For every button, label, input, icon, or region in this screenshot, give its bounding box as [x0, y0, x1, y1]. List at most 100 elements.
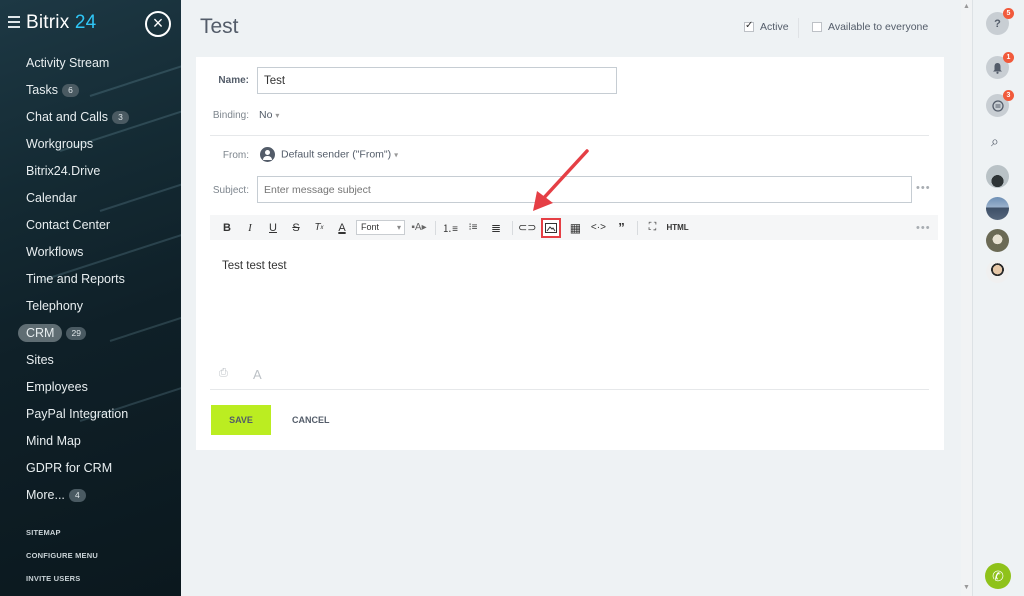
- scroll-up-icon[interactable]: ▲: [963, 3, 970, 10]
- active-checkbox-box[interactable]: [744, 20, 754, 32]
- sidebar-item-crm[interactable]: CRM 29: [0, 320, 181, 347]
- help-icon[interactable]: ? 5: [986, 8, 1014, 35]
- sidebar-item-activity-stream[interactable]: Activity Stream: [0, 50, 181, 77]
- attach-icon[interactable]: ⎙: [219, 367, 228, 380]
- menu-icon[interactable]: [8, 16, 20, 28]
- divider: [210, 389, 929, 390]
- logo-row: Bitrix 24 ×: [8, 11, 173, 38]
- sidebar-item-more[interactable]: More... 4: [0, 482, 181, 509]
- binding-value: No: [259, 109, 273, 121]
- unordered-list-icon[interactable]: ⁝≡: [464, 219, 482, 237]
- link-icon[interactable]: ⊂⊃: [518, 219, 536, 237]
- form-card: [196, 57, 944, 450]
- sidebar-item-sites[interactable]: Sites: [0, 347, 181, 374]
- avatar[interactable]: [986, 165, 1009, 188]
- editor-toolbar: B I U S Tx A Font ▪A▸ ⒈≡ ⁝≡ ≣ ⊂⊃ ▦ <·> ”…: [210, 215, 938, 240]
- chat-icon[interactable]: 3: [986, 90, 1014, 117]
- quote-icon[interactable]: ”: [612, 219, 630, 237]
- sidebar-item-label: Workgroups: [26, 137, 94, 151]
- from-value: Default sender ("From"): [281, 148, 392, 161]
- search-icon[interactable]: ⌕: [991, 133, 999, 150]
- editor-body[interactable]: Test test test: [222, 260, 287, 272]
- table-icon[interactable]: ▦: [566, 219, 584, 237]
- header-divider: [798, 18, 799, 38]
- sidebar-item-counter: 3: [112, 111, 129, 125]
- scroll-down-icon[interactable]: ▼: [963, 584, 970, 591]
- html-mode-button[interactable]: HTML: [666, 219, 688, 237]
- available-checkbox[interactable]: Available to everyone: [812, 21, 928, 33]
- sidebar-item-chat-and-calls[interactable]: Chat and Calls 3: [0, 104, 181, 131]
- chevron-down-icon: ▾: [394, 150, 399, 160]
- left-sidebar: Bitrix 24 × Activity Stream Tasks 6 Chat an…: [0, 0, 181, 596]
- sidebar-item-paypal-integration[interactable]: PayPal Integration: [0, 401, 181, 428]
- from-label: From:: [222, 150, 249, 161]
- clear-format-icon[interactable]: Tx: [310, 219, 328, 237]
- sidebar-item-label: Bitrix24.Drive: [26, 164, 101, 178]
- font-size-icon[interactable]: ▪A▸: [410, 219, 428, 237]
- sidebar-item-workgroups[interactable]: Workgroups: [0, 131, 181, 158]
- cancel-button[interactable]: CANCEL: [292, 405, 330, 435]
- configure-menu-link[interactable]: CONFIGURE MENU: [26, 546, 98, 569]
- avatar[interactable]: [986, 197, 1009, 220]
- phone-icon[interactable]: ✆: [985, 563, 1011, 589]
- font-select[interactable]: Font: [356, 220, 405, 235]
- sidebar-item-mind-map[interactable]: Mind Map: [0, 428, 181, 455]
- sidebar-item-calendar[interactable]: Calendar: [0, 185, 181, 212]
- sidebar-item-counter: 29: [66, 327, 86, 341]
- available-checkbox-box[interactable]: [812, 22, 822, 32]
- ordered-list-icon[interactable]: ⒈≡: [441, 219, 459, 237]
- sidebar-item-label: Calendar: [26, 191, 77, 205]
- name-label: Name:: [218, 75, 249, 86]
- sidebar-item-gdpr-for-crm[interactable]: GDPR for CRM: [0, 455, 181, 482]
- sidebar-item-label: Telephony: [26, 299, 83, 313]
- fullscreen-icon[interactable]: ⛶: [643, 219, 661, 237]
- save-button[interactable]: SAVE: [211, 405, 271, 435]
- binding-select[interactable]: No ▾: [259, 109, 279, 121]
- sidebar-item-telephony[interactable]: Telephony: [0, 293, 181, 320]
- available-label: Available to everyone: [828, 21, 929, 33]
- scrollbar[interactable]: ▲ ▼: [961, 0, 972, 596]
- sidebar-item-time-and-reports[interactable]: Time and Reports: [0, 266, 181, 293]
- bold-icon[interactable]: B: [218, 219, 236, 237]
- sidebar-item-employees[interactable]: Employees: [0, 374, 181, 401]
- annotation-arrow: [533, 149, 589, 211]
- close-icon[interactable]: ×: [145, 11, 171, 37]
- brand-logo: Bitrix 24: [26, 12, 96, 34]
- sidebar-item-label: Tasks: [26, 83, 58, 97]
- sidebar-item-tasks[interactable]: Tasks 6: [0, 77, 181, 104]
- from-select[interactable]: Default sender ("From") ▾: [260, 147, 398, 162]
- code-icon[interactable]: <·>: [589, 219, 607, 237]
- align-icon[interactable]: ≣: [487, 219, 505, 237]
- bell-icon[interactable]: 1: [986, 52, 1014, 79]
- avatar[interactable]: [986, 229, 1009, 252]
- user-icon: [260, 147, 275, 162]
- sidebar-item-label: Mind Map: [26, 434, 81, 448]
- name-input[interactable]: [257, 67, 617, 94]
- sidebar-nav: Activity Stream Tasks 6 Chat and Calls 3 Work…: [0, 50, 181, 509]
- font-select-value: Font: [361, 222, 380, 232]
- sidebar-item-workflows[interactable]: Workflows: [0, 239, 181, 266]
- subject-label: Subject:: [212, 185, 249, 196]
- page-title: Test: [200, 15, 239, 38]
- sidebar-item-label: CRM: [18, 324, 63, 342]
- formatting-toggle-icon[interactable]: A: [253, 367, 262, 382]
- insert-image-icon[interactable]: [541, 217, 562, 238]
- italic-icon[interactable]: I: [241, 219, 259, 237]
- toolbar-separator: [637, 220, 639, 235]
- sidebar-item-label: Contact Center: [26, 218, 111, 232]
- sidebar-item-bitrix24-drive[interactable]: Bitrix24.Drive: [0, 158, 181, 185]
- avatar[interactable]: [986, 260, 1009, 283]
- more-options-icon[interactable]: •••: [916, 182, 931, 194]
- divider: [210, 135, 929, 136]
- sidebar-item-contact-center[interactable]: Contact Center: [0, 212, 181, 239]
- sitemap-link[interactable]: SITEMAP: [26, 523, 98, 546]
- image-icon: [545, 222, 558, 233]
- active-checkbox[interactable]: Active: [744, 20, 789, 33]
- sidebar-item-label: Sites: [26, 353, 54, 367]
- strikethrough-icon[interactable]: S: [287, 219, 305, 237]
- invite-users-link[interactable]: INVITE USERS: [26, 569, 98, 592]
- brand-number: 24: [74, 12, 97, 33]
- underline-icon[interactable]: U: [264, 219, 282, 237]
- toolbar-more-icon[interactable]: •••: [916, 222, 931, 234]
- text-color-icon[interactable]: A: [333, 219, 351, 237]
